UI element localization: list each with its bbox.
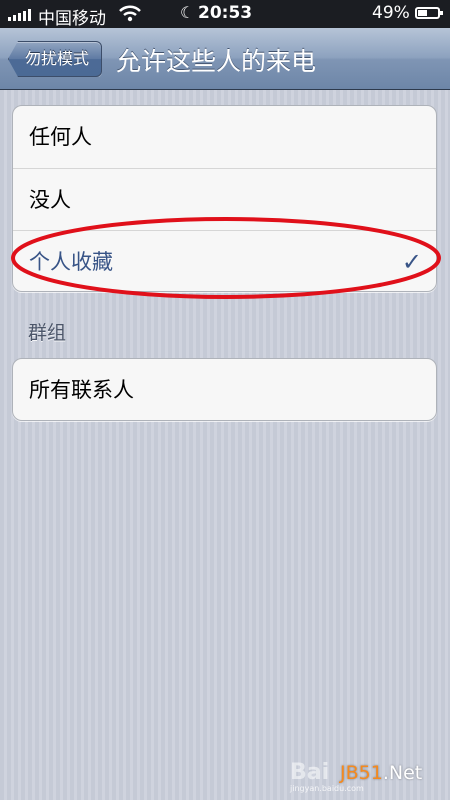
wifi-icon <box>118 3 142 28</box>
watermark-site-suffix: .Net <box>382 762 423 784</box>
option-row-all-contacts[interactable]: 所有联系人 <box>13 359 436 420</box>
battery-fill <box>418 10 427 16</box>
watermark-site-name: JB51 <box>340 762 383 784</box>
carrier-name: 中国移动 <box>38 9 106 29</box>
option-row-nobody[interactable]: 没人 <box>13 168 436 230</box>
clock: 20:53 <box>198 3 253 23</box>
option-row-favorites[interactable]: 个人收藏 ✓ <box>13 230 436 291</box>
back-button[interactable]: 勿扰模式 <box>8 41 103 77</box>
option-label: 个人收藏 <box>29 250 113 274</box>
allow-calls-options-group: 任何人 没人 个人收藏 ✓ <box>12 105 437 292</box>
watermark-site: JB51.Net <box>340 762 422 784</box>
watermark-brand: Bai <box>290 760 330 785</box>
moon-icon: ☾ <box>180 3 195 22</box>
option-label: 所有联系人 <box>29 378 134 402</box>
status-bar: 中国移动 ☾ 20:53 49% <box>0 0 450 29</box>
watermark-subtext: jingyan.baidu.com <box>290 784 364 793</box>
watermark-logo: Bai JB51.Net jingyan.baidu.com <box>290 760 450 800</box>
page-title: 允许这些人的来电 <box>116 47 317 76</box>
groups-list: 所有联系人 <box>12 358 437 421</box>
groups-section-header: 群组 <box>28 322 67 344</box>
option-row-anyone[interactable]: 任何人 <box>13 106 436 168</box>
option-label: 任何人 <box>29 125 92 149</box>
checkmark-icon: ✓ <box>401 248 422 276</box>
navigation-bar: 勿扰模式 允许这些人的来电 <box>0 28 450 90</box>
battery-icon <box>415 7 443 19</box>
battery-percent: 49% <box>372 3 410 23</box>
signal-strength-icon <box>8 7 31 21</box>
option-label: 没人 <box>29 188 71 212</box>
